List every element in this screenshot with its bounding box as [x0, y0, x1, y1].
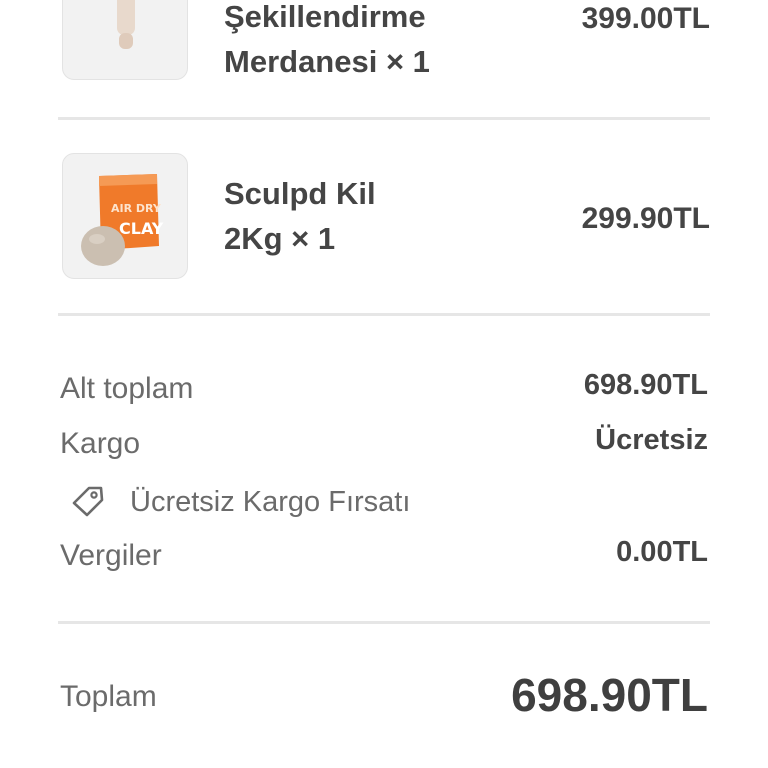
shipping-discount: Ücretsiz Kargo Fırsatı — [70, 480, 410, 524]
subtotal-value: 698.90TL — [583, 369, 708, 401]
divider — [58, 117, 710, 120]
item-price: 399.00TL — [581, 2, 710, 35]
item-name: Şekillendirme Merdanesi × 1 — [224, 0, 430, 84]
cart-item-rolling-pin: Şekillendirme Merdanesi × 1 399.00TL — [60, 0, 710, 80]
taxes-label: Vergiler — [60, 539, 162, 572]
product-thumbnail: AIR DRY CLAY — [62, 153, 188, 279]
shipping-label: Kargo — [60, 427, 141, 460]
item-name-line1: Sculpd Kil — [224, 176, 376, 211]
rolling-pin-icon — [117, 0, 135, 49]
item-name: Sculpd Kil 2Kg × 1 — [224, 171, 376, 261]
total-label: Toplam — [60, 680, 157, 713]
divider — [58, 621, 710, 624]
item-price: 299.90TL — [581, 202, 710, 235]
clay-package-icon: AIR DRY CLAY — [81, 174, 164, 266]
svg-text:CLAY: CLAY — [119, 219, 164, 238]
subtotal-label: Alt toplam — [60, 372, 194, 405]
item-name-line2: 2Kg × 1 — [224, 221, 336, 256]
discount-label: Ücretsiz Kargo Fırsatı — [130, 485, 411, 518]
order-summary: Şekillendirme Merdanesi × 1 399.00TL AIR… — [0, 0, 768, 768]
shipping-value: Ücretsiz — [595, 424, 708, 456]
taxes-value: 0.00TL — [616, 536, 708, 568]
cart-item-clay: AIR DRY CLAY Sculpd Kil 2Kg × 1 299.90TL — [60, 153, 710, 279]
svg-text:AIR DRY: AIR DRY — [111, 202, 162, 215]
item-name-line1: Şekillendirme — [224, 0, 426, 34]
product-thumbnail — [62, 0, 188, 80]
divider — [58, 313, 710, 316]
total-value: 698.90TL — [511, 669, 708, 721]
item-name-line2: Merdanesi × 1 — [224, 44, 430, 79]
tag-icon — [72, 486, 104, 517]
